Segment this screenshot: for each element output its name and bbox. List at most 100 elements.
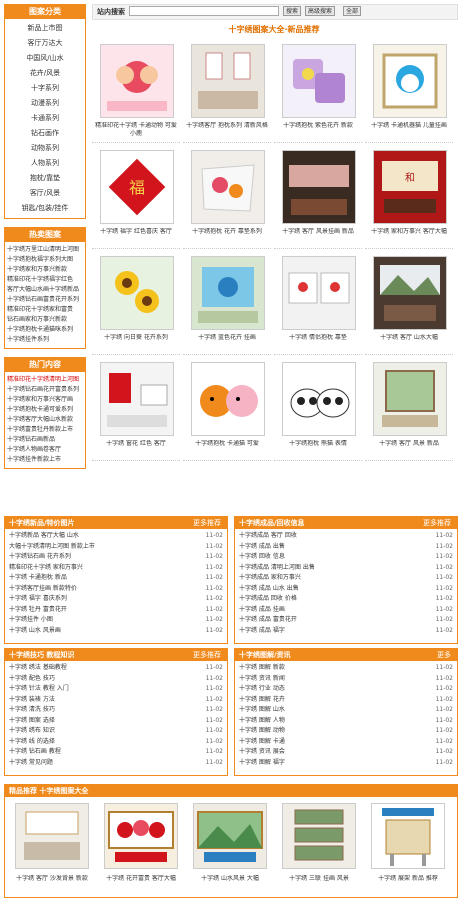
recommend-caption[interactable]: 十字绣 山水风景 大幅 [187,875,273,891]
product-card[interactable]: 十字绣客厅 抱枕系列 清新风格 [183,44,271,148]
recommend-caption[interactable]: 十字绣 客厅 沙发背景 新款 [9,875,95,891]
item-title[interactable]: 十字绣 资讯 展会 [239,747,419,758]
recommend-caption[interactable]: 十字绣 三联 挂画 风景 [276,875,362,891]
product-image[interactable] [373,44,447,118]
list-item[interactable]: 十字绣 图解 山水 11-02 [239,705,453,716]
product-image[interactable] [191,362,265,436]
product-image[interactable]: 和 [373,150,447,224]
list-item[interactable]: 十字绣 钻石画 教程 11-02 [9,747,223,758]
product-card[interactable]: 十字绣 客厅 山水大幅 [365,256,453,360]
latest-link[interactable]: 十字绣抱枕卡通可爱系列 [7,405,83,415]
item-title[interactable]: 十字绣 装裱 方法 [9,695,189,706]
list-item[interactable]: 十字绣 配色 技巧 11-02 [9,674,223,685]
product-image[interactable]: 福 [100,150,174,224]
recommend-card[interactable]: 十字绣 花开富贵 客厅大幅 [98,803,184,893]
item-title[interactable]: 十字绣 成品 山水 出售 [239,584,419,595]
hot-link[interactable]: 十字绣抱枕福字系列大图 [7,255,83,265]
category-item[interactable]: 钥匙/包装/挂件 [5,201,85,216]
list-item[interactable]: 十字绣挂件 小图 11-02 [9,615,223,626]
list-item[interactable]: 十字绣客厅挂画 新款特价 11-02 [9,584,223,595]
list-item[interactable]: 十字绣 山水 风景画 11-02 [9,626,223,637]
latest-link[interactable]: 十字绣家和万事兴客厅画 [7,395,83,405]
more-link[interactable]: 更多推荐 [193,649,221,661]
hot-link[interactable]: 客厅大幅山水画十字绣新品 [7,285,83,295]
item-title[interactable]: 十字绣成品 家和万事兴 [239,573,419,584]
list-item[interactable]: 十字绣 图解 福字 11-02 [239,758,453,769]
item-title[interactable]: 十字绣 行业 动态 [239,684,419,695]
product-caption[interactable]: 十字绣 窗花 红色 客厅 [94,440,178,456]
product-caption[interactable]: 十字绣 福字 红色喜庆 客厅 [94,228,178,244]
list-item[interactable]: 十字绣 卡通抱枕 新品 11-02 [9,573,223,584]
advanced-search-button[interactable]: 高级搜索 [305,6,336,16]
product-card[interactable]: 十字绣抱枕 熊猫 表情 [274,362,362,466]
list-item[interactable]: 十字绣成品 家和万事兴 11-02 [239,573,453,584]
product-caption[interactable]: 十字绣 蓝色花卉 挂画 [185,334,269,350]
list-item[interactable]: 十字绣 绣布 知识 11-02 [9,726,223,737]
item-title[interactable]: 十字绣 山水 风景画 [9,626,189,637]
product-image[interactable] [191,150,265,224]
product-caption[interactable]: 十字绣抱枕 熊猫 表情 [276,440,360,456]
list-item[interactable]: 十字绣 成品 挂画 11-02 [239,605,453,616]
item-title[interactable]: 十字绣 成品 挂画 [239,605,419,616]
item-title[interactable]: 十字绣 图解 新款 [239,663,419,674]
product-card[interactable]: 十字绣 情侣抱枕 靠垫 [274,256,362,360]
item-title[interactable]: 精准印花十字绣 家和万事兴 [9,563,189,574]
latest-link[interactable]: 十字绣钻石画新品 [7,435,83,445]
list-item[interactable]: 十字绣 成品 富贵花开 11-02 [239,615,453,626]
item-title[interactable]: 十字绣成品 客厅 回收 [239,531,419,542]
recommend-image[interactable] [371,803,445,869]
hot-link[interactable]: 十字绣家和万事兴新款 [7,265,83,275]
recommend-card[interactable]: 十字绣 山水风景 大幅 [187,803,273,893]
item-title[interactable]: 大幅十字绣清明上河图 新款上市 [9,542,189,553]
list-item[interactable]: 大幅十字绣清明上河图 新款上市 11-02 [9,542,223,553]
item-title[interactable]: 十字绣新品 客厅大幅 山水 [9,531,189,542]
search-input[interactable] [129,6,279,16]
list-item[interactable]: 十字绣 绣法 基础教程 11-02 [9,663,223,674]
latest-link[interactable]: 十字绣客厅大幅山水新款 [7,415,83,425]
list-item[interactable]: 十字绣 成品 山水 出售 11-02 [239,584,453,595]
product-image[interactable] [191,256,265,330]
product-card[interactable]: 十字绣 客厅 风景 新品 [365,362,453,466]
product-card[interactable]: 福十字绣 福字 红色喜庆 客厅 [92,150,180,254]
list-item[interactable]: 十字绣 图案 选择 11-02 [9,716,223,727]
list-item[interactable]: 十字绣 装裱 方法 11-02 [9,695,223,706]
hot-link[interactable]: 十字绣万里江山清明上河图 [7,245,83,255]
product-image[interactable] [282,256,356,330]
item-title[interactable]: 十字绣 清洗 技巧 [9,705,189,716]
product-card[interactable]: 十字绣抱枕 花卉 靠垫系列 [183,150,271,254]
category-item[interactable]: 新品上市图 [5,21,85,36]
product-card[interactable]: 十字绣抱枕 卡通猫 可爱 [183,362,271,466]
product-card[interactable]: 十字绣抱枕 紫色花卉 新款 [274,44,362,148]
list-item[interactable]: 十字绣 图解 花卉 11-02 [239,695,453,706]
list-item[interactable]: 十字绣 线 的选择 11-02 [9,737,223,748]
item-title[interactable]: 十字绣成品 清明上河图 出售 [239,563,419,574]
recommend-card[interactable]: 十字绣 客厅 沙发背景 新款 [9,803,95,893]
product-caption[interactable]: 十字绣 客厅 风景挂画 新品 [276,228,360,244]
recommend-caption[interactable]: 十字绣 花开富贵 客厅大幅 [98,875,184,891]
category-item[interactable]: 动漫系列 [5,96,85,111]
hot-link[interactable]: 精准印花十字绣福字红色 [7,275,83,285]
list-item[interactable]: 十字绣 清洗 技巧 11-02 [9,705,223,716]
list-item[interactable]: 十字绣成品 清明上河图 出售 11-02 [239,563,453,574]
more-link[interactable]: 更多 [437,649,451,661]
product-caption[interactable]: 十字绣抱枕 花卉 靠垫系列 [185,228,269,244]
search-button[interactable]: 搜索 [283,6,302,16]
recommend-caption[interactable]: 十字绣 展架 新品 推荐 [365,875,451,891]
product-card[interactable]: 十字绣 向日葵 花卉系列 [92,256,180,360]
item-title[interactable]: 十字绣 图案 选择 [9,716,189,727]
product-caption[interactable]: 十字绣客厅 抱枕系列 清新风格 [185,122,269,138]
list-item[interactable]: 十字绣 图解 人物 11-02 [239,716,453,727]
list-item[interactable]: 十字绣 成品 出售 11-02 [239,542,453,553]
category-item[interactable]: 人物系列 [5,156,85,171]
product-card[interactable]: 精准印花十字绣 卡通动物 可爱小鹿 [92,44,180,148]
product-caption[interactable]: 十字绣 向日葵 花卉系列 [94,334,178,350]
category-item[interactable]: 钻石画作 [5,126,85,141]
category-item[interactable]: 客厅/风景 [5,186,85,201]
item-title[interactable]: 十字绣 图解 福字 [239,758,419,769]
list-item[interactable]: 十字绣 成品 福字 11-02 [239,626,453,637]
product-caption[interactable]: 十字绣 客厅 山水大幅 [367,334,451,350]
product-image[interactable] [191,44,265,118]
item-title[interactable]: 十字绣 图解 卡通 [239,737,419,748]
item-title[interactable]: 十字绣 福字 喜庆系列 [9,594,189,605]
item-title[interactable]: 十字绣 钻石画 教程 [9,747,189,758]
